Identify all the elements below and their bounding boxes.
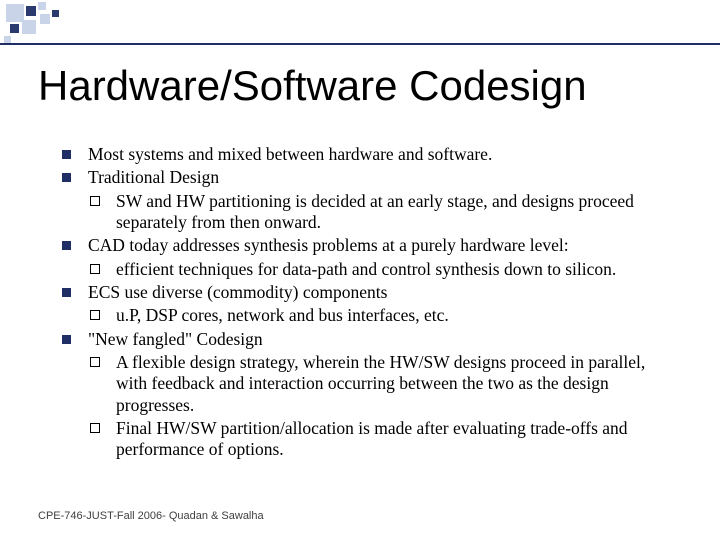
- bullet-level1: ECS use diverse (commodity) components: [60, 282, 680, 303]
- bullet-level1: "New fangled" Codesign: [60, 329, 680, 350]
- bullet-level2: efficient techniques for data-path and c…: [60, 259, 680, 280]
- bullet-level2: Final HW/SW partition/allocation is made…: [60, 418, 680, 461]
- corner-decoration: [0, 0, 100, 45]
- header-divider: [0, 43, 720, 45]
- slide-title: Hardware/Software Codesign: [38, 62, 587, 110]
- bullet-level1: Traditional Design: [60, 167, 680, 188]
- slide-footer: CPE-746-JUST-Fall 2006- Quadan & Sawalha: [38, 510, 264, 522]
- slide-body: Most systems and mixed between hardware …: [60, 144, 680, 463]
- bullet-level1: CAD today addresses synthesis problems a…: [60, 235, 680, 256]
- bullet-level2: u.P, DSP cores, network and bus interfac…: [60, 305, 680, 326]
- bullet-level2: A flexible design strategy, wherein the …: [60, 352, 680, 416]
- bullet-level2: SW and HW partitioning is decided at an …: [60, 191, 680, 234]
- bullet-level1: Most systems and mixed between hardware …: [60, 144, 680, 165]
